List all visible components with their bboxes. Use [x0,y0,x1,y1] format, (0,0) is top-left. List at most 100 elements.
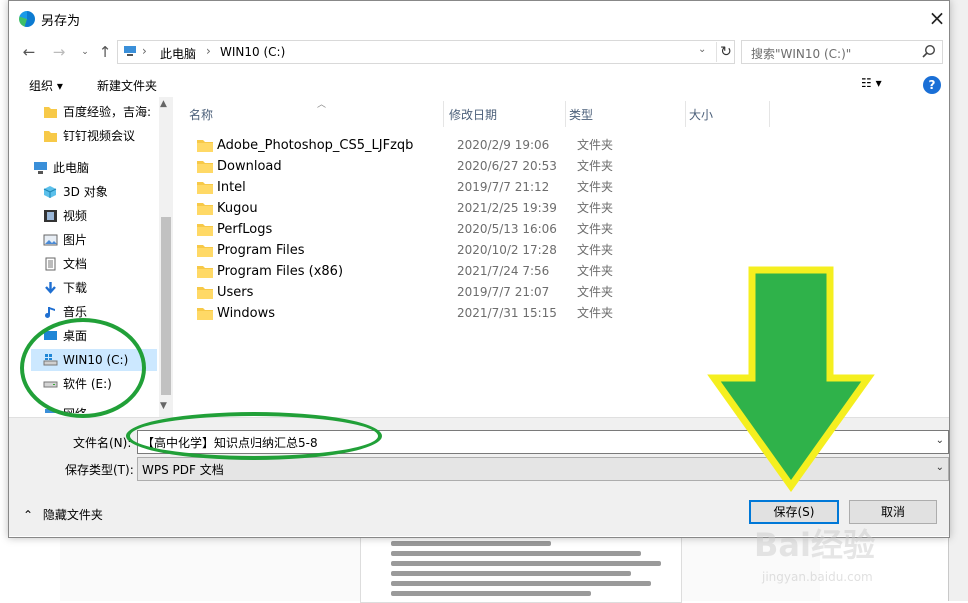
nav-label: 此电脑 [53,161,90,175]
nav-item-this-pc[interactable]: 此电脑 [31,157,157,179]
file-row[interactable]: Adobe_Photoshop_CS5_LJFzqb 2020/2/9 19:0… [191,135,791,156]
annotation-circle-filename [126,412,382,460]
view-options-icon[interactable]: ☷ ▾ [861,76,882,90]
background-window-edge [948,0,968,601]
search-icon[interactable] [922,44,936,58]
scroll-down-arrow-icon[interactable]: ▼ [160,401,167,411]
new-folder-button[interactable]: 新建文件夹 [97,77,157,94]
refresh-icon[interactable]: ↻ [716,42,735,62]
doc-text-line [391,571,631,576]
file-row[interactable]: Intel 2019/7/7 21:12 文件夹 [191,177,791,198]
file-name: Kugou [217,201,258,216]
nav-label: 下载 [63,281,88,295]
folder-icon [44,131,57,142]
hide-folders-toggle[interactable]: ⌃ 隐藏文件夹 [23,506,103,523]
close-button[interactable]: × [924,5,950,31]
nav-item-videos[interactable]: 视频 [31,205,157,227]
folder-icon [197,140,213,152]
pc-icon [34,162,47,174]
document-icon [45,257,56,271]
column-header-name[interactable]: 名称 [189,97,213,129]
music-icon [45,307,55,318]
organize-menu-button[interactable]: 组织 ▾ [29,77,63,94]
file-row[interactable]: Windows 2021/7/31 15:15 文件夹 [191,303,791,324]
file-row[interactable]: Kugou 2021/2/25 19:39 文件夹 [191,198,791,219]
file-name: Users [217,285,254,300]
file-name: Adobe_Photoshop_CS5_LJFzqb [217,138,414,153]
nav-item-baidu-folder[interactable]: 百度经验，吉海: [31,101,157,123]
scroll-up-arrow-icon[interactable]: ▲ [160,99,167,109]
folder-icon [197,224,213,236]
cube-icon [43,186,57,198]
address-bar[interactable]: › 此电脑 › WIN10 (C:) ⌄ ↻ [117,40,735,64]
address-dropdown-chevron-icon[interactable]: ⌄ [698,44,706,55]
breadcrumb-this-pc[interactable]: 此电脑 [160,45,196,62]
column-header-date[interactable]: 修改日期 [449,97,497,129]
folder-icon [197,161,213,173]
file-name: Program Files (x86) [217,264,344,279]
file-date: 2021/7/31 15:15 [457,306,557,320]
dialog-title: 另存为 [41,14,81,29]
file-type: 文件夹 [577,222,614,236]
file-row[interactable]: PerfLogs 2020/5/13 16:06 文件夹 [191,219,791,240]
nav-item-3d-objects[interactable]: 3D 对象 [31,181,157,203]
nav-item-pictures[interactable]: 图片 [31,229,157,251]
file-name: Download [217,159,282,174]
nav-item-dingtalk-folder[interactable]: 钉钉视频会议 [31,125,157,147]
watermark-logo-text: Bai经验 [754,526,875,564]
breadcrumb-drive-c[interactable]: WIN10 (C:) [220,45,285,59]
back-arrow-icon[interactable]: ← [19,42,39,62]
chevron-up-icon: ⌃ [23,508,34,522]
file-row[interactable]: Program Files 2020/10/2 17:28 文件夹 [191,240,791,261]
title-bar: 另存为 × [9,1,949,35]
column-header-type[interactable]: 类型 [569,97,593,129]
file-type: 文件夹 [577,201,614,215]
file-date: 2020/10/2 17:28 [457,243,557,257]
column-header-size[interactable]: 大小 [689,97,713,129]
file-type: 文件夹 [577,159,614,173]
filetype-dropdown-chevron-icon[interactable]: ⌄ [936,462,944,473]
nav-item-downloads[interactable]: 下载 [31,277,157,299]
search-input[interactable]: 搜索"WIN10 (C:)" [751,45,851,62]
file-row[interactable]: Download 2020/6/27 20:53 文件夹 [191,156,791,177]
file-date: 2019/7/7 21:12 [457,180,550,194]
breadcrumb-separator: › [142,44,147,58]
folder-icon [197,266,213,278]
file-row[interactable]: Users 2019/7/7 21:07 文件夹 [191,282,791,303]
folder-icon [44,107,57,118]
navigation-bar: ← → ⌄ ↑ › 此电脑 › WIN10 (C:) ⌄ ↻ 搜索"WIN10 … [9,38,949,66]
picture-icon [43,234,58,246]
search-box[interactable]: 搜索"WIN10 (C:)" [741,40,943,64]
file-date: 2020/6/27 20:53 [457,159,557,173]
filetype-value: WPS PDF 文档 [142,463,224,477]
folder-icon [197,287,213,299]
nav-label: 图片 [63,233,88,247]
column-divider[interactable] [565,101,566,127]
help-icon[interactable]: ? [923,76,941,94]
doc-text-line [391,551,641,556]
filename-dropdown-chevron-icon[interactable]: ⌄ [936,435,944,446]
navigation-scrollbar[interactable]: ▲ ▼ [159,97,173,417]
file-type: 文件夹 [577,306,614,320]
doc-text-line [391,591,591,596]
file-row[interactable]: Program Files (x86) 2021/7/24 7:56 文件夹 [191,261,791,282]
column-divider[interactable] [685,101,686,127]
baidu-watermark: Bai经验 jingyan.baidu.com [744,518,944,598]
doc-text-line [391,561,661,566]
nav-label: 3D 对象 [63,185,108,199]
recent-locations-chevron-icon[interactable]: ⌄ [75,42,95,62]
column-divider[interactable] [769,101,770,127]
forward-arrow-icon[interactable]: → [49,42,69,62]
nav-item-documents[interactable]: 文档 [31,253,157,275]
command-toolbar: 组织 ▾ 新建文件夹 ☷ ▾ ? [9,71,949,99]
file-name: Windows [217,306,276,321]
up-arrow-icon[interactable]: ↑ [95,42,115,62]
scrollbar-thumb[interactable] [161,217,171,395]
file-name: Program Files [217,243,305,258]
nav-label: 文档 [63,257,88,271]
doc-text-line [391,581,651,586]
file-type: 文件夹 [577,285,614,299]
annotation-down-arrow-icon [707,266,875,492]
column-divider[interactable] [443,101,444,127]
annotation-circle-drive [20,318,146,418]
